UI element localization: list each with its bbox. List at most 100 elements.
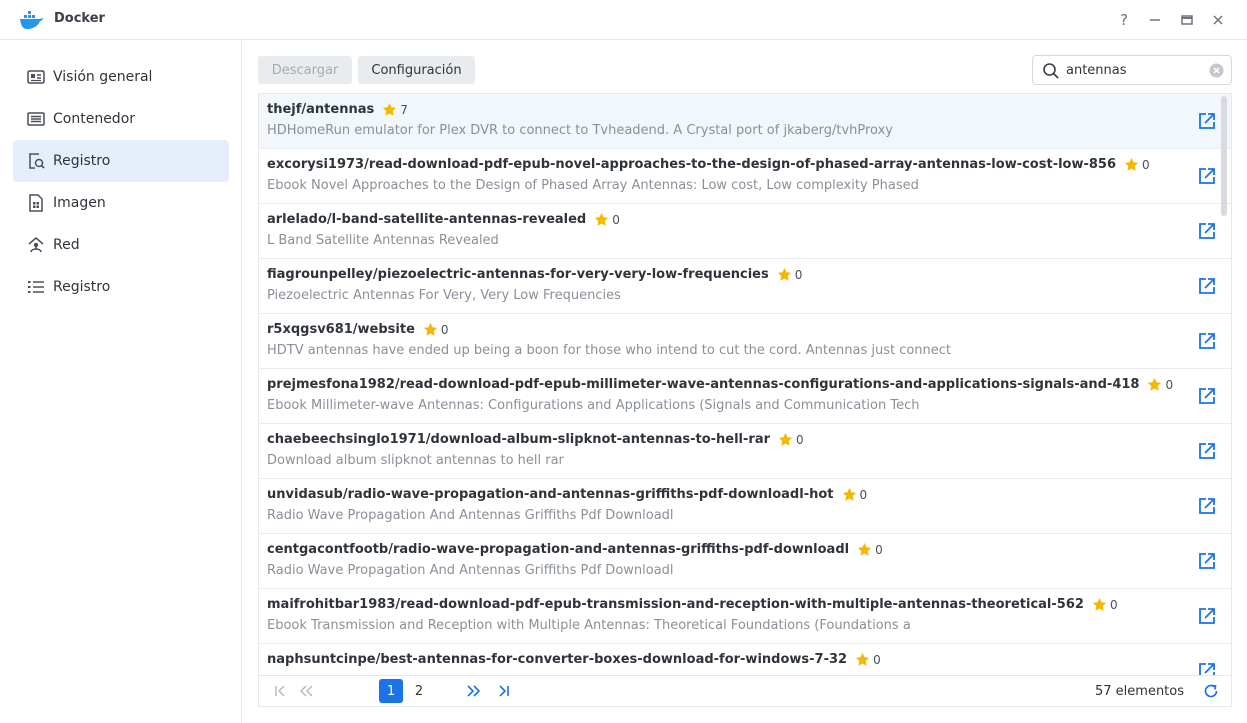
first-page-button[interactable] [270,679,292,703]
external-link-icon[interactable] [1197,276,1217,296]
search-box [1032,55,1232,85]
result-name: fiagrounpelley/piezoelectric-antennas-fo… [267,267,769,282]
result-description: Ebook Transmission and Reception with Mu… [267,618,911,633]
sidebar-item-label: Visión general [53,69,153,85]
last-page-button[interactable] [492,679,514,703]
settings-button[interactable]: Configuración [358,56,475,84]
result-row[interactable]: naphsuntcinpe/best-antennas-for-converte… [259,644,1231,675]
close-button[interactable] [1206,8,1230,32]
result-name: thejf/antennas [267,102,375,117]
external-link-icon[interactable] [1197,221,1217,241]
sidebar-item-overview[interactable]: Visión general [13,56,229,98]
sidebar-item-log[interactable]: Registro [13,266,229,308]
result-title-line: arlelado/l-band-satellite-antennas-revea… [267,212,620,227]
result-name: prejmesfona1982/read-download-pdf-epub-m… [267,377,1140,392]
minimize-button[interactable] [1143,8,1167,32]
star-icon [423,322,437,336]
result-title-line: naphsuntcinpe/best-antennas-for-converte… [267,652,881,667]
result-row[interactable]: centgacontfootb/radio-wave-propagation-a… [259,534,1231,589]
result-description: Radio Wave Propagation And Antennas Grif… [267,508,674,523]
star-count: 0 [794,267,803,282]
external-link-icon[interactable] [1197,166,1217,186]
external-link-icon[interactable] [1197,661,1217,675]
result-title-line: chaebeechsinglo1971/download-album-slipk… [267,432,804,447]
external-link-icon[interactable] [1197,111,1217,131]
maximize-button[interactable] [1175,8,1199,32]
result-description: Ebook Millimeter-wave Antennas: Configur… [267,398,920,413]
result-description: Ebook Novel Approaches to the Design of … [267,178,919,193]
help-button[interactable]: ? [1112,8,1136,32]
external-link-icon[interactable] [1197,496,1217,516]
star-icon [383,102,397,116]
result-row[interactable]: maifrohitbar1983/read-download-pdf-epub-… [259,589,1231,644]
result-row[interactable]: chaebeechsinglo1971/download-album-slipk… [259,424,1231,479]
result-row[interactable]: arlelado/l-band-satellite-antennas-revea… [259,204,1231,259]
search-icon [1043,63,1059,79]
star-icon [842,487,856,501]
first-page-icon [275,685,285,697]
star-count: 7 [400,102,408,117]
sidebar-item-label: Imagen [53,195,106,211]
external-link-icon[interactable] [1197,551,1217,571]
log-list-icon [26,277,46,297]
result-name: excorysi1973/read-download-pdf-epub-nove… [267,157,1117,172]
star-icon [1148,377,1162,391]
result-title-line: prejmesfona1982/read-download-pdf-epub-m… [267,377,1173,392]
refresh-icon[interactable] [1202,682,1220,700]
download-button[interactable]: Descargar [258,56,352,84]
external-link-icon[interactable] [1197,386,1217,406]
result-description: HDTV antennas have ended up being a boon… [267,343,952,358]
result-name: naphsuntcinpe/best-antennas-for-converte… [267,652,848,667]
star-count: 0 [612,212,620,227]
next-page-icon [467,685,481,697]
result-description: Download album slipknot antennas to hell… [267,453,564,468]
search-input[interactable] [1066,60,1204,80]
sidebar-item-image[interactable]: Imagen [13,182,229,224]
app-title: Docker [54,11,105,26]
result-description: Piezoelectric Antennas For Very, Very Lo… [267,288,621,303]
container-icon [26,109,46,129]
registry-search-icon [26,151,46,171]
result-title-line: maifrohitbar1983/read-download-pdf-epub-… [267,597,1118,612]
last-page-icon [499,685,509,697]
minimize-icon [1150,19,1160,21]
star-count: 0 [1109,597,1118,612]
next-page-button[interactable] [463,679,485,703]
external-link-icon[interactable] [1197,606,1217,626]
result-row[interactable]: fiagrounpelley/piezoelectric-antennas-fo… [259,259,1231,314]
title-bar: Docker ? [0,0,1247,40]
sidebar: Visión general Contenedor Registro Image… [0,40,242,723]
external-link-icon[interactable] [1197,441,1217,461]
result-title-line: unvidasub/radio-wave-propagation-and-ant… [267,487,867,502]
registry-results-list: thejf/antennas 7 HDHomeRun emulator for Pl… [258,93,1232,675]
docker-logo-icon [20,11,43,29]
result-description: HDHomeRun emulator for Plex DVR to conne… [267,123,893,138]
star-icon [777,267,791,281]
external-link-icon[interactable] [1197,331,1217,351]
list-scrollbar[interactable] [1221,96,1227,216]
page-2-button[interactable]: 2 [407,679,431,703]
result-row[interactable]: unvidasub/radio-wave-propagation-and-ant… [259,479,1231,534]
overview-icon [26,67,46,87]
sidebar-item-label: Registro [53,279,111,295]
clear-search-icon[interactable] [1209,63,1224,78]
sidebar-item-container[interactable]: Contenedor [13,98,229,140]
result-row[interactable]: excorysi1973/read-download-pdf-epub-nove… [259,149,1231,204]
result-name: arlelado/l-band-satellite-antennas-revea… [267,212,587,227]
page-1-button[interactable]: 1 [379,679,403,703]
star-count: 0 [1165,377,1174,392]
sidebar-item-label: Registro [53,153,111,169]
result-row[interactable]: thejf/antennas 7 HDHomeRun emulator for Pl… [259,94,1231,149]
sidebar-item-network[interactable]: Red [13,224,229,266]
star-icon [778,432,793,446]
sidebar-item-registry[interactable]: Registro [13,140,229,182]
star-icon [1124,157,1139,171]
result-row[interactable]: r5xqgsv681/website 0 HDTV antennas have en… [259,314,1231,369]
previous-page-icon [299,685,313,697]
image-icon [26,193,46,213]
previous-page-button[interactable] [295,679,317,703]
result-row[interactable]: prejmesfona1982/read-download-pdf-epub-m… [259,369,1231,424]
star-icon [856,652,870,666]
star-icon [1092,597,1106,611]
star-icon [858,542,872,556]
